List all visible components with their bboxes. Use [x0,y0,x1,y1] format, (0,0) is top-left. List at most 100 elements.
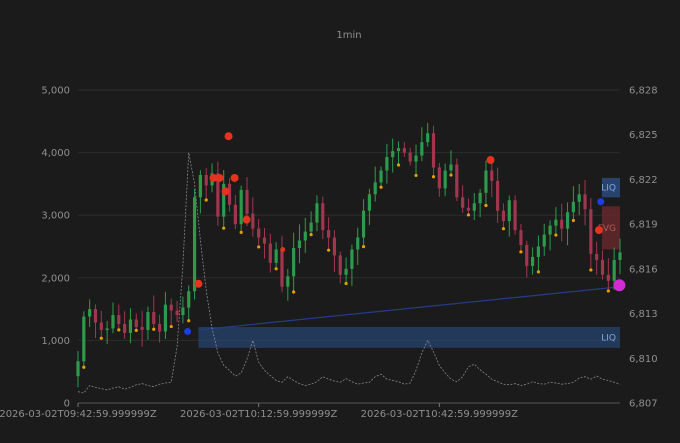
candle-body-67 [466,207,471,211]
candle-body-41 [315,203,319,223]
signal-marker-6 [242,215,251,224]
candle-body-29 [245,189,249,214]
signal-marker-0 [194,279,203,288]
candle-body-81 [548,225,552,235]
left-tick-label-5: 5,000 [41,86,70,97]
candle-body-64 [449,164,453,171]
candle-body-59 [420,142,424,156]
candle-body-93 [618,252,622,260]
candle-body-76 [519,230,523,246]
candle-body-84 [565,212,570,229]
candle-body-17 [175,310,179,316]
candle-body-83 [560,219,564,229]
candle-dot-25 [222,226,226,230]
candle-body-86 [577,194,581,202]
candle-body-20 [192,197,197,292]
candle-dot-82 [554,233,558,237]
candle-dot-67 [466,213,471,217]
candle-body-52 [379,170,383,183]
candle-body-33 [268,243,272,263]
candle-body-46 [344,268,348,275]
candle-dot-7 [117,328,121,332]
candle-body-5 [105,328,109,330]
candle-dot-64 [449,173,453,177]
chart-title: 1min [336,30,361,41]
candle-body-1 [82,316,86,362]
candle-body-91 [606,274,610,281]
candle-body-85 [571,201,575,213]
right-tick-label-3: 6,816 [629,264,658,275]
signal-marker-2 [215,173,224,182]
candle-body-72 [496,180,500,211]
candle-body-88 [589,209,593,254]
candle-body-77 [525,245,529,266]
candle-body-39 [303,231,307,241]
candle-body-48 [356,237,360,250]
candle-body-26 [227,183,232,205]
candle-dot-43 [327,248,331,252]
candle-dot-34 [274,267,278,271]
candle-body-6 [111,315,115,329]
candle-body-12 [146,312,150,330]
candle-body-53 [385,157,389,171]
zone-liq-2 [198,326,620,348]
x-tick-label-0: 2026-03-02T09:42:59.999999Z [0,409,157,420]
candle-body-79 [536,246,540,257]
candle-body-37 [292,247,296,277]
candle-dot-1 [82,365,86,369]
candle-body-36 [286,276,290,287]
candle-body-60 [426,133,430,143]
right-tick-label-5: 6,822 [629,175,658,186]
candle-body-18 [181,307,185,316]
candle-dot-91 [606,289,610,293]
candle-body-42 [321,203,325,231]
candle-body-47 [350,249,354,269]
candle-dot-28 [239,230,243,234]
signal-marker-5 [224,132,233,141]
candle-body-65 [455,164,459,198]
candle-body-56 [402,148,406,153]
candle-body-32 [262,237,267,244]
candle-body-74 [507,200,511,222]
candle-body-8 [123,324,127,333]
candle-dot-55 [396,163,401,167]
candle-body-11 [140,326,144,330]
candle-body-27 [233,204,237,225]
candle-body-61 [431,133,436,168]
candle-dot-37 [292,290,296,294]
candle-body-63 [443,170,447,189]
candle-body-66 [461,197,465,208]
candle-body-51 [373,182,377,195]
zone-label-2: LIQ [601,333,616,343]
candle-body-28 [239,189,243,225]
candle-body-31 [257,228,261,238]
signal-marker-4 [230,173,239,182]
candlestick-chart: 1min LIQFVGLIQ 01,0002,0003,0004,0005,00… [0,0,680,443]
last-price-marker [613,279,626,292]
candle-body-57 [408,152,412,162]
candle-body-15 [163,304,168,332]
left-tick-label-1: 1,000 [41,336,70,347]
candle-dot-40 [309,233,313,237]
candle-body-70 [484,170,488,193]
candle-body-7 [117,315,121,325]
left-tick-label-2: 2,000 [41,273,70,284]
candle-dot-85 [571,218,575,223]
candle-body-30 [251,213,255,229]
candle-dot-79 [536,270,541,274]
signal-marker-3 [221,187,230,196]
signal-marker-7 [280,246,286,252]
candle-body-54 [391,151,395,158]
liquidity-marker-high [597,198,605,206]
candle-body-82 [554,219,558,226]
candle-body-44 [332,237,337,256]
candle-body-38 [297,240,302,248]
candle-body-21 [198,174,202,198]
signal-marker-8 [486,156,495,165]
candle-body-78 [530,256,535,266]
candle-body-19 [187,291,191,308]
candle-dot-61 [431,175,436,179]
candle-body-9 [128,319,133,333]
candle-body-50 [367,194,371,211]
candle-body-92 [612,259,616,281]
